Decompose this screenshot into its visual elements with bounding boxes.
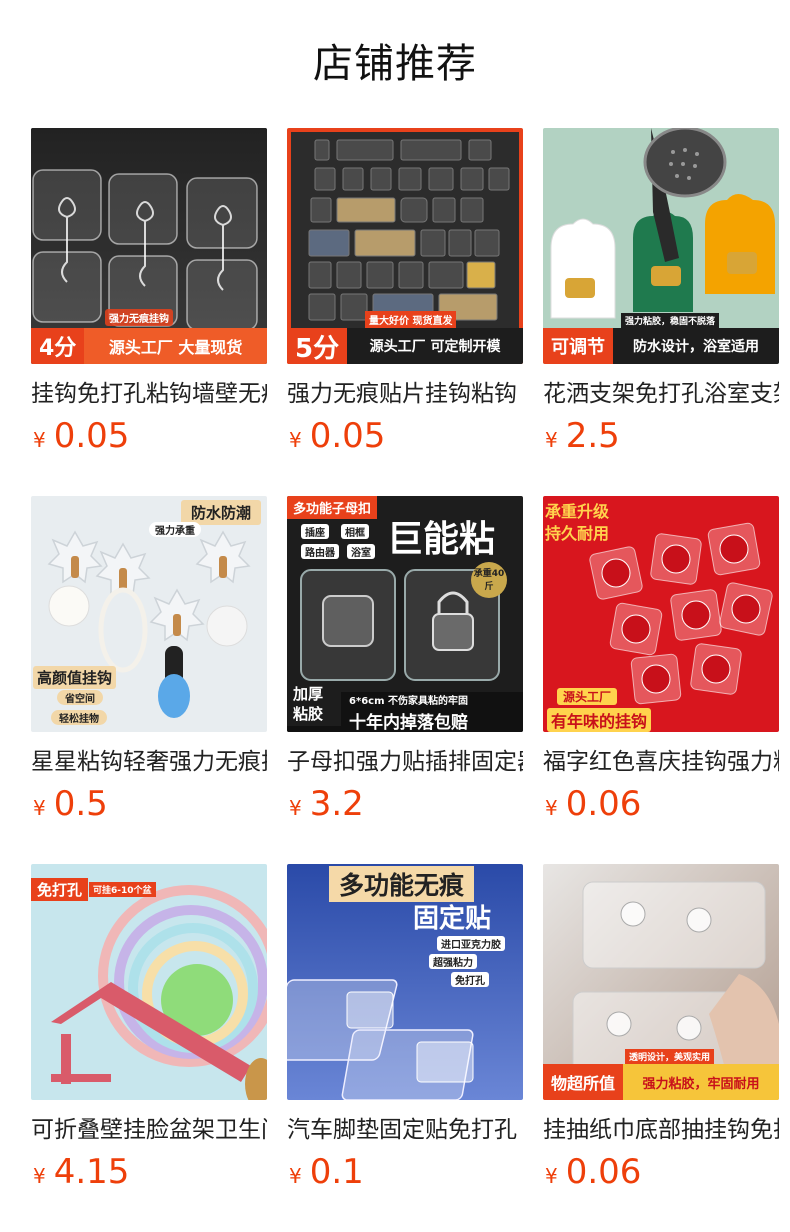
- feature-chip: 超强粘力: [429, 954, 477, 969]
- product-name[interactable]: 强力无痕贴片挂钩粘钩: [287, 378, 523, 410]
- currency-symbol: ¥: [545, 796, 558, 820]
- currency-symbol: ¥: [33, 796, 46, 820]
- product-name[interactable]: 可折叠壁挂脸盆架卫生间: [31, 1114, 267, 1146]
- use-chip: 相框: [341, 524, 369, 539]
- product-card[interactable]: 5分 源头工厂 可定制开模 量大好价 现货直发 强力无痕贴片挂钩粘钩 ¥ 0.0…: [287, 128, 523, 496]
- price-value: 4.15: [53, 1152, 130, 1192]
- product-grid: 4分 源头工厂 大量现货 强力无痕挂钩 挂钩免打孔粘钩墙壁无痕挂钩 ¥ 0.05: [31, 128, 779, 1232]
- feature-tag: 高颜值挂钩: [33, 666, 117, 689]
- feature-tag: 持久耐用: [545, 524, 610, 543]
- headline: 巨能粘: [387, 519, 496, 560]
- product-image-transparent-hooks[interactable]: 4分 源头工厂 大量现货 强力无痕挂钩: [31, 128, 267, 364]
- currency-symbol: ¥: [289, 428, 302, 452]
- product-image-flower-hooks[interactable]: 防水防潮 强力承重 高颜值挂钩 省空间 轻松挂物: [31, 496, 267, 732]
- feature-tag: 有年味的挂钩: [547, 708, 652, 732]
- feature-subtag: 源头工厂: [557, 688, 618, 705]
- currency-symbol: ¥: [33, 1164, 46, 1188]
- strip-text: 6*6cm 不伤家具粘的牢固: [349, 696, 468, 707]
- price-value: 3.2: [309, 784, 364, 824]
- product-image-red-fu-hooks[interactable]: 承重升级 持久耐用 源头工厂 有年味的挂钩: [543, 496, 779, 732]
- product-card[interactable]: 防水防潮 强力承重 高颜值挂钩 省空间 轻松挂物 星星粘钩轻奢强力无痕挂钩 ¥ …: [31, 496, 267, 864]
- product-card[interactable]: 物超所值 强力粘胶，牢固耐用 透明设计，美观实用 挂抽纸巾底部抽挂钩免打孔 ¥ …: [543, 864, 779, 1232]
- price-badge: 5分: [287, 328, 348, 364]
- promo-banner: 5分 源头工厂 可定制开模: [287, 328, 523, 364]
- promo-tag: 强力粘胶，稳固不脱落: [621, 313, 720, 328]
- currency-symbol: ¥: [289, 796, 302, 820]
- price-value: 0.5: [53, 784, 108, 824]
- feature-tag: 免打孔: [31, 878, 89, 901]
- product-name[interactable]: 汽车脚垫固定贴免打孔: [287, 1114, 523, 1146]
- product-card[interactable]: 免打孔 可挂6-10个盆 可折叠壁挂脸盆架卫生间 ¥ 4.15: [31, 864, 267, 1232]
- promo-subtitle: 防水设计，浴室适用: [613, 328, 779, 364]
- product-card[interactable]: 多功能子母扣 插座 相框 路由器 浴室 巨能粘 承重40斤 加厚粘胶 6*6cm…: [287, 496, 523, 864]
- price-value: 0.05: [309, 416, 386, 456]
- product-price: ¥ 0.1: [287, 1152, 523, 1192]
- currency-symbol: ¥: [289, 1164, 302, 1188]
- promo-tag: 量大好价 现货直发: [365, 311, 457, 328]
- promo-tag: 强力无痕挂钩: [105, 309, 173, 326]
- product-image-shower-holder[interactable]: 可调节 防水设计，浴室适用 强力粘胶，稳固不脱落: [543, 128, 779, 364]
- price-value: 2.5: [565, 416, 620, 456]
- price-value: 0.05: [53, 416, 130, 456]
- promo-subtitle: 源头工厂 大量现货: [84, 328, 267, 364]
- product-card[interactable]: 承重升级 持久耐用 源头工厂 有年味的挂钩 福字红色喜庆挂钩强力粘钩 ¥ 0.0…: [543, 496, 779, 864]
- product-name[interactable]: 子母扣强力贴插排固定器: [287, 746, 523, 778]
- product-card[interactable]: 多功能无痕 固定贴 进口亚克力胶 超强粘力 免打孔 汽车脚垫固定贴免打孔 ¥ 0…: [287, 864, 523, 1232]
- load-seal: 承重40斤: [473, 569, 505, 592]
- promo-banner: 可调节 防水设计，浴室适用: [543, 328, 779, 364]
- feature-chip: 免打孔: [451, 972, 489, 987]
- product-price: ¥ 3.2: [287, 784, 523, 824]
- use-chip: 路由器: [301, 544, 339, 559]
- product-image-car-mat-clips[interactable]: 多功能无痕 固定贴 进口亚克力胶 超强粘力 免打孔: [287, 864, 523, 1100]
- currency-symbol: ¥: [33, 428, 46, 452]
- feature-subtag: 可挂6-10个盆: [89, 882, 156, 897]
- value-badge: 物超所值: [543, 1064, 624, 1100]
- promo-tag: 透明设计，美观实用: [625, 1049, 715, 1064]
- headline-secondary: 固定贴: [413, 904, 492, 934]
- side-tag: 加厚粘胶: [287, 682, 341, 726]
- price-value: 0.1: [309, 1152, 364, 1192]
- product-image-basin-rack[interactable]: 免打孔 可挂6-10个盆: [31, 864, 267, 1100]
- product-name[interactable]: 星星粘钩轻奢强力无痕挂钩: [31, 746, 267, 778]
- strip-headline: 十年内掉落包赔: [349, 713, 468, 732]
- product-price: ¥ 2.5: [543, 416, 779, 456]
- feature-subtag: 省空间: [57, 690, 103, 705]
- product-price: ¥ 0.05: [31, 416, 267, 456]
- product-card[interactable]: 可调节 防水设计，浴室适用 强力粘胶，稳固不脱落 花洒支架免打孔浴室支架 ¥ 2…: [543, 128, 779, 496]
- product-name[interactable]: 挂钩免打孔粘钩墙壁无痕挂钩: [31, 378, 267, 410]
- promo-subtitle: 强力粘胶，牢固耐用: [623, 1064, 779, 1100]
- product-image-adhesive-pads-grid[interactable]: 5分 源头工厂 可定制开模 量大好价 现货直发: [287, 128, 523, 364]
- price-value: 0.06: [565, 784, 642, 824]
- product-name[interactable]: 挂抽纸巾底部抽挂钩免打孔: [543, 1114, 779, 1146]
- headline: 多功能无痕: [329, 866, 475, 902]
- price-value: 0.06: [565, 1152, 642, 1192]
- promo-banner: 4分 源头工厂 大量现货: [31, 328, 267, 364]
- page-title: 店铺推荐: [313, 41, 477, 87]
- use-chip: 浴室: [347, 544, 375, 559]
- feature-tag: 承重升级: [545, 502, 610, 521]
- product-card[interactable]: 4分 源头工厂 大量现货 强力无痕挂钩 挂钩免打孔粘钩墙壁无痕挂钩 ¥ 0.05: [31, 128, 267, 496]
- promo-subtitle: 源头工厂 可定制开模: [347, 328, 523, 364]
- product-price: ¥ 0.05: [287, 416, 523, 456]
- currency-symbol: ¥: [545, 1164, 558, 1188]
- price-badge: 4分: [31, 328, 85, 364]
- product-price: ¥ 4.15: [31, 1152, 267, 1192]
- feature-tag: 多功能子母扣: [287, 496, 378, 519]
- use-chip: 插座: [301, 524, 329, 539]
- currency-symbol: ¥: [545, 428, 558, 452]
- promo-banner: 物超所值 强力粘胶，牢固耐用: [543, 1064, 779, 1100]
- feature-subtag: 强力承重: [149, 522, 201, 537]
- feature-subtag: 轻松挂物: [51, 710, 107, 725]
- product-price: ¥ 0.5: [31, 784, 267, 824]
- feature-badge: 可调节: [543, 328, 613, 364]
- product-price: ¥ 0.06: [543, 784, 779, 824]
- product-price: ¥ 0.06: [543, 1152, 779, 1192]
- product-image-buckle-pads[interactable]: 多功能子母扣 插座 相框 路由器 浴室 巨能粘 承重40斤 加厚粘胶 6*6cm…: [287, 496, 523, 732]
- product-name[interactable]: 花洒支架免打孔浴室支架: [543, 378, 779, 410]
- feature-chip: 进口亚克力胶: [437, 936, 505, 951]
- product-name[interactable]: 福字红色喜庆挂钩强力粘钩: [543, 746, 779, 778]
- product-image-clear-tissue-hooks[interactable]: 物超所值 强力粘胶，牢固耐用 透明设计，美观实用: [543, 864, 779, 1100]
